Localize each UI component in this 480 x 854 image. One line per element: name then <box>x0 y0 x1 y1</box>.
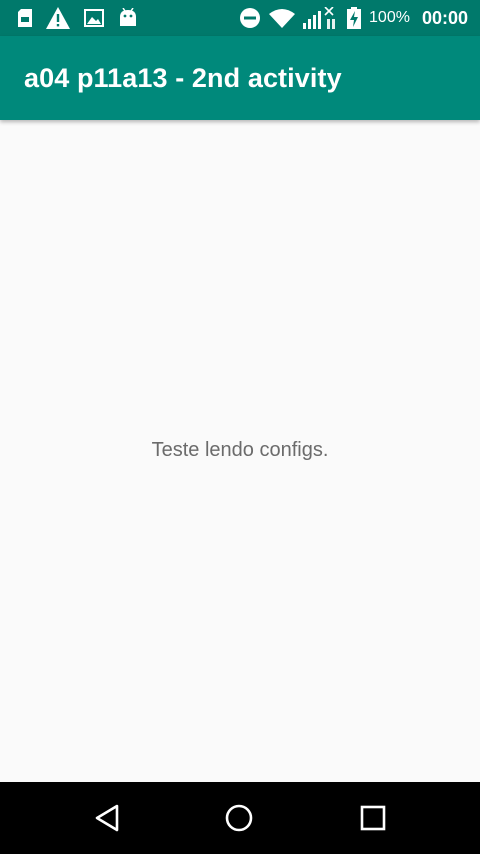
app-bar: a04 p11a13 - 2nd activity <box>0 36 480 120</box>
screen: 100% 00:00 a04 p11a13 - 2nd activity Tes… <box>0 0 480 854</box>
android-icon <box>118 8 138 28</box>
page-title: a04 p11a13 - 2nd activity <box>24 62 342 93</box>
status-bar: 100% 00:00 <box>0 0 480 36</box>
home-icon <box>225 804 253 832</box>
recents-icon <box>360 805 386 831</box>
wifi-icon <box>269 8 296 28</box>
back-icon <box>95 804 119 832</box>
message-text: Teste lendo configs. <box>151 439 329 461</box>
content-area: Teste lendo configs. <box>0 120 480 782</box>
battery-charging-icon <box>347 7 362 29</box>
image-icon <box>84 9 104 27</box>
back-button[interactable] <box>91 802 123 834</box>
signal-icon <box>303 7 339 29</box>
status-clock: 00:00 <box>421 7 468 28</box>
warning-icon <box>46 7 70 29</box>
battery-percent: 100% <box>369 9 410 26</box>
recents-button[interactable] <box>357 802 389 834</box>
home-button[interactable] <box>223 802 255 834</box>
sd-card-icon <box>18 9 32 27</box>
do-not-disturb-icon <box>239 7 261 29</box>
status-right-icons: 100% 00:00 <box>231 0 468 36</box>
status-left-icons <box>18 0 152 36</box>
navigation-bar <box>0 782 480 854</box>
